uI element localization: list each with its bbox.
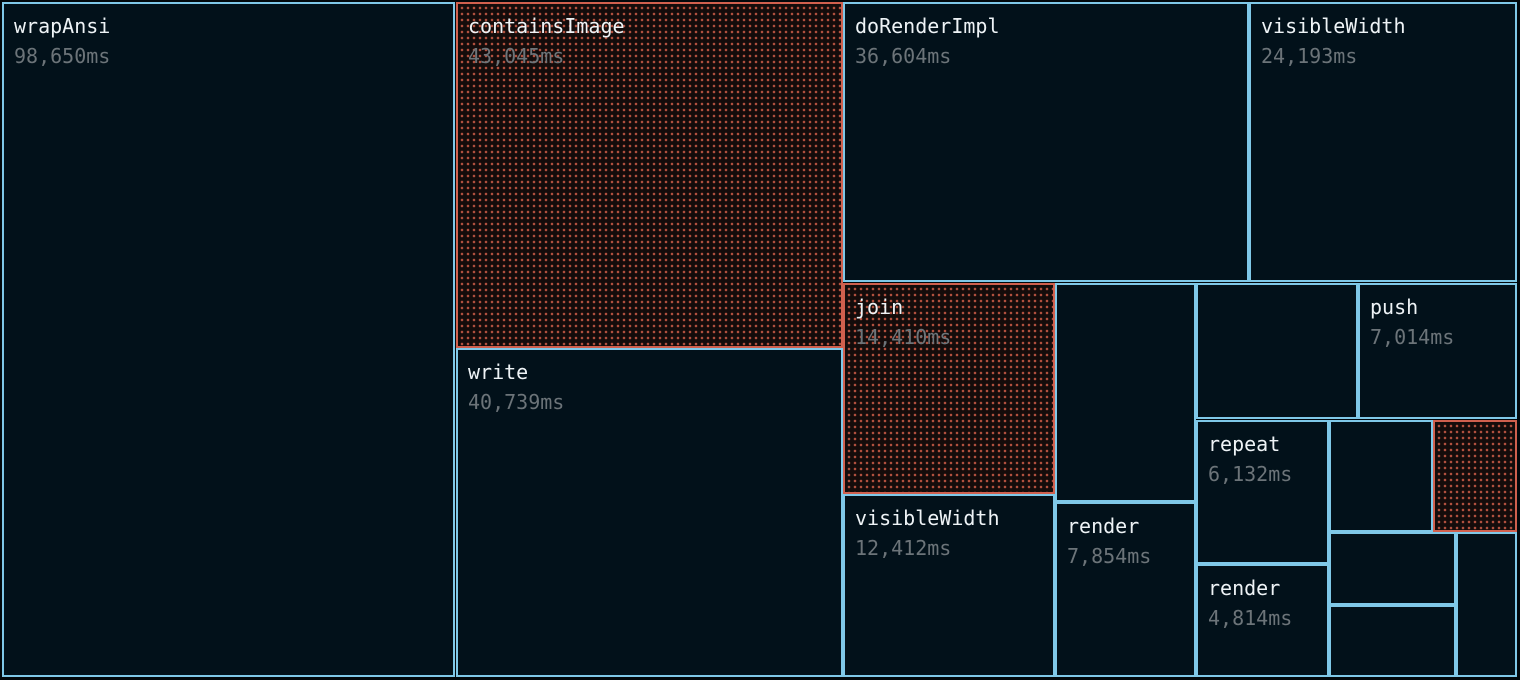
cell-value-label: 98,650ms — [14, 44, 111, 68]
cell-value-label: 4,814ms — [1208, 606, 1293, 630]
cell-name-label: doRenderImpl — [855, 14, 1000, 38]
cell-value-label: 14,410ms — [855, 325, 952, 349]
cell-name-label: containsImage — [468, 14, 625, 38]
treemap-cell[interactable]: push 7,014ms — [1358, 283, 1517, 419]
treemap-cell[interactable]: containsImage 43,045ms — [456, 2, 843, 348]
treemap-cell[interactable]: doRenderImpl 36,604ms — [843, 2, 1249, 282]
cell-name-label: wrapAnsi — [14, 14, 111, 38]
treemap-cell[interactable] — [1329, 532, 1456, 605]
treemap-cell[interactable] — [1196, 283, 1358, 419]
treemap-cell[interactable]: render 4,814ms — [1196, 564, 1329, 677]
cell-value-label: 36,604ms — [855, 44, 952, 68]
cell-value-label: 24,193ms — [1261, 44, 1358, 68]
treemap-cell[interactable] — [1456, 532, 1517, 677]
treemap-cell[interactable] — [1329, 605, 1456, 677]
treemap-cell[interactable]: write 40,739ms — [456, 348, 843, 677]
cell-value-label: 6,132ms — [1208, 462, 1293, 486]
treemap-cell[interactable] — [1433, 420, 1517, 532]
treemap-cell[interactable] — [1055, 283, 1196, 502]
cell-name-label: visibleWidth — [1261, 14, 1406, 38]
treemap-cell[interactable]: render 7,854ms — [1055, 502, 1196, 677]
cell-value-label: 43,045ms — [468, 44, 565, 68]
cell-name-label: repeat — [1208, 432, 1281, 456]
treemap-cell[interactable] — [1329, 420, 1433, 532]
cell-value-label: 40,739ms — [468, 390, 565, 414]
cell-name-label: push — [1370, 295, 1419, 319]
cell-name-label: visibleWidth — [855, 506, 1000, 530]
cell-value-label: 12,412ms — [855, 536, 952, 560]
treemap-cell[interactable]: join 14,410ms — [843, 283, 1055, 494]
treemap-cell[interactable]: visibleWidth 12,412ms — [843, 494, 1055, 677]
cell-name-label: render — [1067, 514, 1140, 538]
cell-name-label: write — [468, 360, 529, 384]
cell-name-label: render — [1208, 576, 1281, 600]
treemap-cell[interactable]: wrapAnsi 98,650ms — [2, 2, 455, 677]
treemap-cell[interactable]: repeat 6,132ms — [1196, 420, 1329, 564]
treemap-cell[interactable]: visibleWidth 24,193ms — [1249, 2, 1517, 282]
cell-value-label: 7,014ms — [1370, 325, 1455, 349]
treemap-chart: wrapAnsi 98,650ms containsImage 43,045ms wri… — [0, 0, 1520, 680]
cell-name-label: join — [855, 295, 904, 319]
cell-value-label: 7,854ms — [1067, 544, 1152, 568]
